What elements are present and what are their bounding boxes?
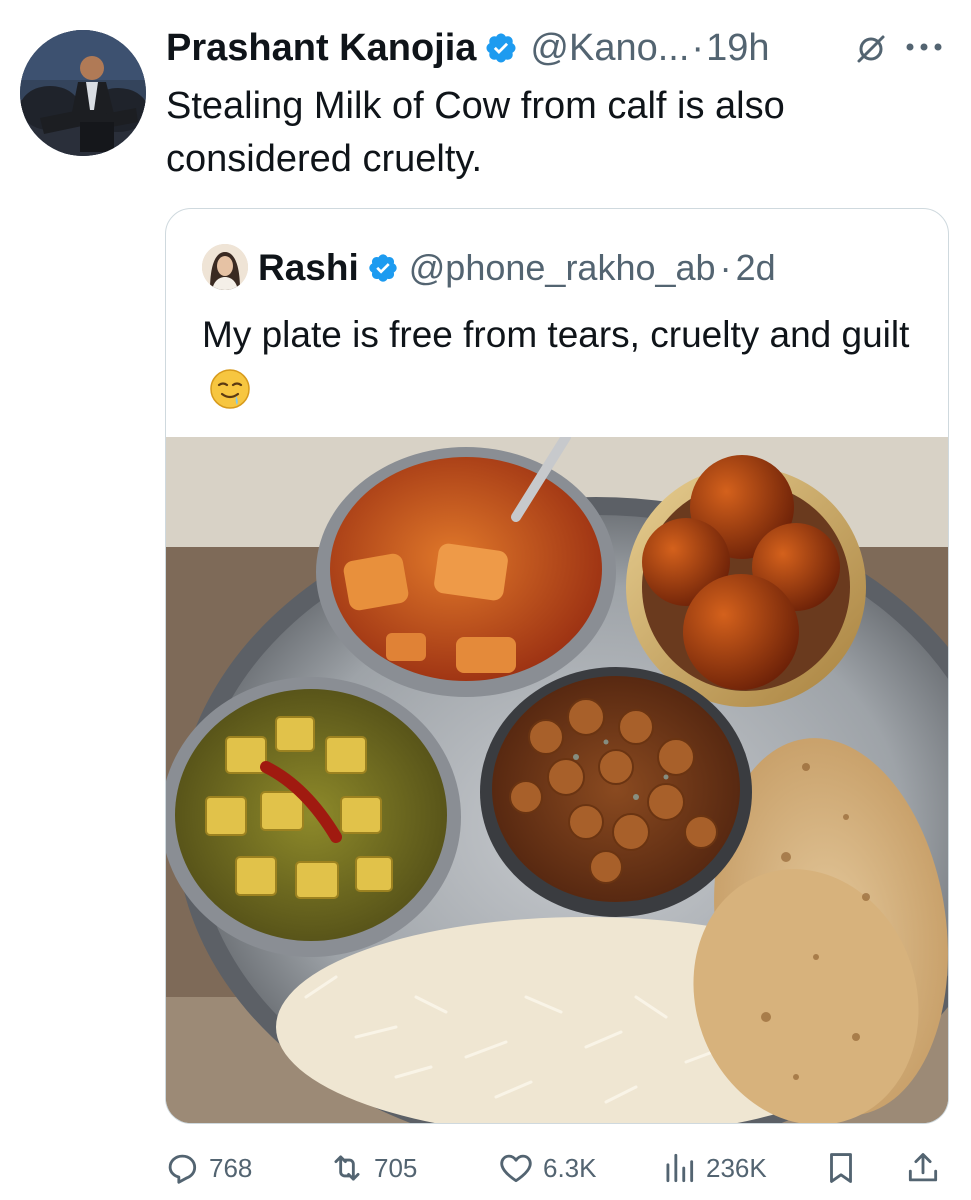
food-thali-image[interactable]: [166, 437, 948, 1123]
author-avatar[interactable]: [20, 30, 146, 156]
views-icon: [666, 1153, 694, 1183]
header-separator: ·: [691, 26, 705, 69]
reply-icon: [168, 1154, 197, 1184]
like-count: 6.3K: [543, 1152, 597, 1183]
tweet-header: Prashant Kanojia @Kano... · 19h: [166, 24, 769, 72]
quote-header: Rashi @phone_rakho_ab · 2d: [258, 245, 776, 291]
author-handle[interactable]: @Kano...: [530, 27, 689, 70]
like-button[interactable]: 6.3K: [497, 1140, 597, 1196]
share-icon: [908, 1153, 938, 1182]
drooling-face-emoji-icon: [210, 369, 250, 409]
repost-count: 705: [374, 1152, 418, 1183]
reply-count: 768: [209, 1152, 253, 1183]
views-count: 236K: [706, 1152, 767, 1183]
quote-text-content: My plate is free from tears, cruelty and…: [202, 314, 910, 355]
grok-icon[interactable]: [855, 33, 887, 65]
author-name[interactable]: Prashant Kanojia: [166, 27, 476, 70]
share-button[interactable]: [904, 1140, 942, 1196]
bookmark-icon: [830, 1153, 852, 1183]
repost-button[interactable]: 705: [328, 1140, 417, 1196]
quoted-tweet[interactable]: Rashi @phone_rakho_ab · 2d My plate is f…: [165, 208, 949, 1124]
more-icon[interactable]: [902, 30, 946, 64]
quote-time[interactable]: 2d: [736, 247, 776, 289]
tweet-time[interactable]: 19h: [706, 27, 769, 70]
verified-badge-icon: [369, 254, 397, 282]
reply-button[interactable]: 768: [163, 1140, 252, 1196]
quote-author-avatar[interactable]: [202, 244, 248, 290]
verified-badge-icon: [486, 33, 516, 63]
quote-author-handle[interactable]: @phone_rakho_ab: [409, 247, 716, 289]
tweet-actions: 768 705 6.3K 236K: [0, 1140, 971, 1196]
quote-author-name[interactable]: Rashi: [258, 247, 359, 289]
tweet-text: Stealing Milk of Cow from calf is also c…: [166, 85, 785, 180]
repost-icon: [334, 1155, 360, 1181]
heart-icon: [500, 1154, 532, 1183]
views-button[interactable]: 236K: [660, 1140, 767, 1196]
bookmark-button[interactable]: [822, 1140, 860, 1196]
quote-separator: ·: [719, 247, 732, 288]
quote-text: My plate is free from tears, cruelty and…: [202, 307, 922, 419]
